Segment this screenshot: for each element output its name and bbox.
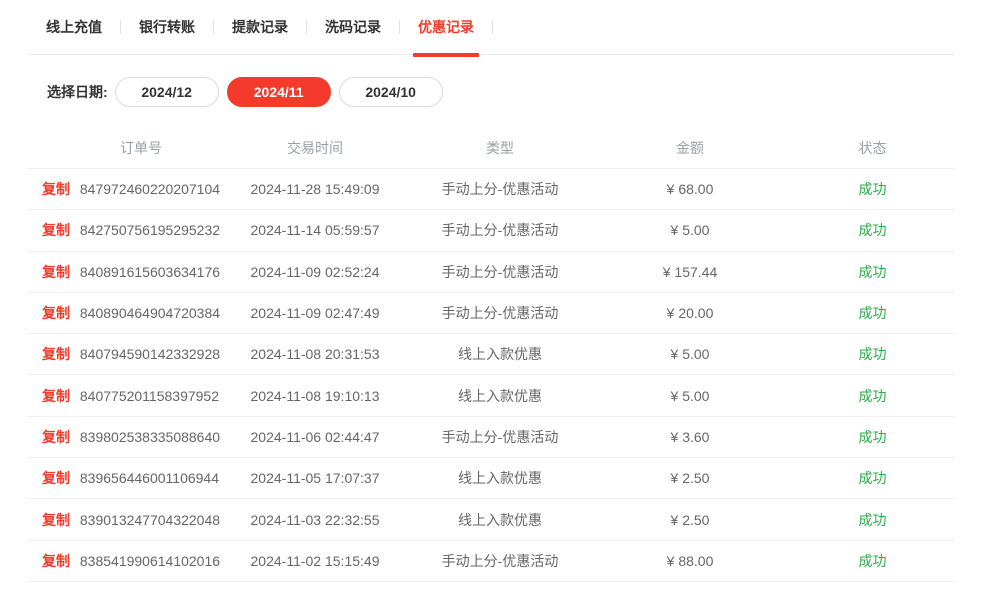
order-id: 839013247704322048 [80,512,220,528]
table-row: 复制 839013247704322048 2024-11-03 22:32:5… [28,499,955,540]
amount: ¥ 2.50 [610,470,770,486]
amount: ¥ 88.00 [610,553,770,569]
transaction-type: 手动上分-优惠活动 [390,262,610,282]
col-header-transaction-time: 交易时间 [240,138,390,158]
transaction-type: 手动上分-优惠活动 [390,220,610,240]
col-header-type: 类型 [390,138,610,158]
copy-button[interactable]: 复制 [42,429,70,445]
amount: ¥ 5.00 [610,388,770,404]
table-row: 复制 839802538335088640 2024-11-06 02:44:4… [28,417,955,458]
record-tabs-bar: 线上充值 银行转账 提款记录 洗码记录 优惠记录 [28,0,955,55]
order-id: 840890464904720384 [80,305,220,321]
copy-button[interactable]: 复制 [42,264,70,280]
amount: ¥ 157.44 [610,264,770,280]
transaction-time: 2024-11-03 22:32:55 [240,512,390,528]
status-text: 成功 [770,427,955,447]
order-id: 838541990614102016 [80,553,220,569]
date-filter-row: 选择日期: 2024/12 2024/11 2024/10 [47,77,996,107]
amount: ¥ 20.00 [610,305,770,321]
transaction-time: 2024-11-14 05:59:57 [240,222,390,238]
status-text: 成功 [770,262,955,282]
status-text: 成功 [770,551,955,571]
tab-label: 银行转账 [139,17,195,37]
status-text: 成功 [770,468,955,488]
status-text: 成功 [770,220,955,240]
tab-online-recharge[interactable]: 线上充值 [28,0,120,55]
copy-button[interactable]: 复制 [42,388,70,404]
table-row: 复制 847972460220207104 2024-11-28 15:49:0… [28,169,955,210]
col-header-order-id: 订单号 [28,138,240,158]
order-id: 847972460220207104 [80,181,220,197]
transaction-type: 手动上分-优惠活动 [390,303,610,323]
tab-label: 线上充值 [46,17,102,37]
order-id: 840775201158397952 [80,388,219,404]
transaction-time: 2024-11-05 17:07:37 [240,470,390,486]
copy-button[interactable]: 复制 [42,512,70,528]
order-id: 839802538335088640 [80,429,220,445]
copy-button[interactable]: 复制 [42,553,70,569]
col-header-amount: 金额 [610,138,770,158]
table-row: 复制 838541990614102016 2024-11-02 15:15:4… [28,541,955,582]
copy-button[interactable]: 复制 [42,181,70,197]
transaction-type: 线上入款优惠 [390,510,610,530]
status-text: 成功 [770,344,955,364]
tab-label: 洗码记录 [325,17,381,37]
transaction-type: 手动上分-优惠活动 [390,551,610,571]
tab-bank-transfer[interactable]: 银行转账 [121,0,213,55]
transaction-time: 2024-11-08 19:10:13 [240,388,390,404]
transaction-time: 2024-11-09 02:47:49 [240,305,390,321]
table-row: 复制 840775201158397952 2024-11-08 19:10:1… [28,375,955,416]
table-header-row: 订单号 交易时间 类型 金额 状态 [28,127,955,169]
status-text: 成功 [770,386,955,406]
transaction-time: 2024-11-08 20:31:53 [240,346,390,362]
transaction-type: 手动上分-优惠活动 [390,427,610,447]
order-id: 840891615603634176 [80,264,220,280]
tab-label: 提款记录 [232,17,288,37]
tab-rebate-records[interactable]: 洗码记录 [307,0,399,55]
order-id: 842750756195295232 [80,222,220,238]
date-filter-label: 选择日期: [47,82,108,102]
tab-promo-records[interactable]: 优惠记录 [400,0,492,55]
transaction-type: 线上入款优惠 [390,344,610,364]
col-header-status: 状态 [770,138,955,158]
transaction-time: 2024-11-02 15:15:49 [240,553,390,569]
amount: ¥ 5.00 [610,222,770,238]
table-row: 复制 842750756195295232 2024-11-14 05:59:5… [28,210,955,251]
status-text: 成功 [770,510,955,530]
status-text: 成功 [770,303,955,323]
tab-divider [492,20,493,34]
active-tab-underline [413,53,479,57]
tab-withdrawal-records[interactable]: 提款记录 [214,0,306,55]
copy-button[interactable]: 复制 [42,222,70,238]
tab-label: 优惠记录 [418,17,474,37]
order-id: 839656446001106944 [80,470,219,486]
transaction-time: 2024-11-28 15:49:09 [240,181,390,197]
amount: ¥ 3.60 [610,429,770,445]
date-option-2024-12[interactable]: 2024/12 [115,77,219,107]
amount: ¥ 2.50 [610,512,770,528]
status-text: 成功 [770,179,955,199]
amount: ¥ 5.00 [610,346,770,362]
date-option-2024-11[interactable]: 2024/11 [227,77,331,107]
amount: ¥ 68.00 [610,181,770,197]
table-row: 复制 839656446001106944 2024-11-05 17:07:3… [28,458,955,499]
transaction-type: 线上入款优惠 [390,386,610,406]
copy-button[interactable]: 复制 [42,470,70,486]
copy-button[interactable]: 复制 [42,346,70,362]
transaction-type: 手动上分-优惠活动 [390,179,610,199]
date-option-2024-10[interactable]: 2024/10 [339,77,443,107]
transaction-time: 2024-11-09 02:52:24 [240,264,390,280]
table-row: 复制 840891615603634176 2024-11-09 02:52:2… [28,252,955,293]
promo-records-table: 订单号 交易时间 类型 金额 状态 复制 847972460220207104 … [28,127,955,582]
copy-button[interactable]: 复制 [42,305,70,321]
table-row: 复制 840890464904720384 2024-11-09 02:47:4… [28,293,955,334]
transaction-time: 2024-11-06 02:44:47 [240,429,390,445]
transaction-type: 线上入款优惠 [390,468,610,488]
order-id: 840794590142332928 [80,346,220,362]
table-row: 复制 840794590142332928 2024-11-08 20:31:5… [28,334,955,375]
